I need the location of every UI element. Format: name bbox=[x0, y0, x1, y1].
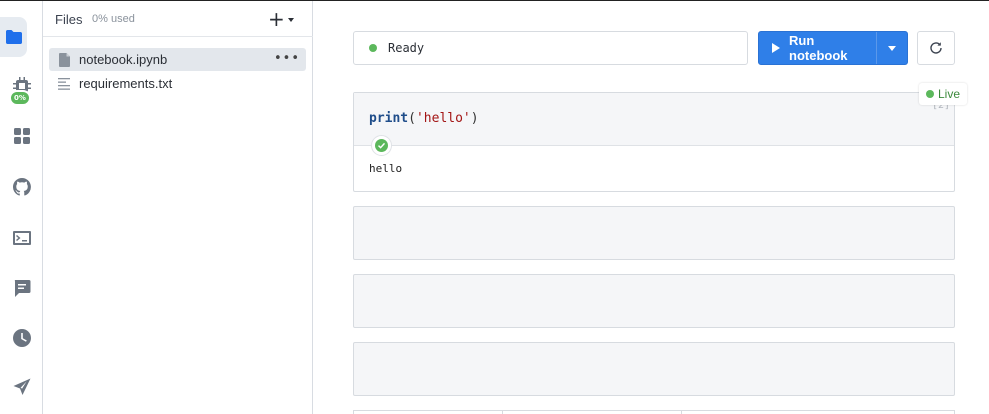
live-dot bbox=[926, 90, 934, 98]
rail-files[interactable] bbox=[0, 17, 27, 57]
code-string: 'hello' bbox=[415, 111, 471, 126]
code-paren-open: ( bbox=[408, 111, 416, 126]
storage-usage: 0% used bbox=[92, 13, 135, 25]
terminal-icon bbox=[12, 231, 31, 245]
refresh-icon bbox=[930, 42, 942, 54]
clock-icon bbox=[12, 329, 31, 347]
cell-output: hello bbox=[369, 162, 403, 175]
rail-share[interactable] bbox=[0, 367, 43, 407]
github-icon bbox=[12, 178, 31, 196]
live-label: Live bbox=[938, 87, 961, 101]
rail-github[interactable] bbox=[0, 167, 43, 207]
status-text: Ready bbox=[388, 41, 425, 55]
files-panel: Files 0% used + notebook.ipynb ••• requi… bbox=[43, 1, 313, 414]
empty-cell[interactable] bbox=[353, 274, 955, 328]
apps-icon bbox=[13, 128, 30, 144]
kernel-status-field: Ready bbox=[353, 31, 748, 65]
file-name: requirements.txt bbox=[79, 76, 173, 91]
file-name: notebook.ipynb bbox=[79, 52, 168, 67]
live-indicator: Live bbox=[919, 83, 967, 105]
folder-icon bbox=[5, 30, 22, 44]
run-notebook-label: Run notebook bbox=[789, 33, 848, 63]
chevron-down-icon bbox=[287, 17, 294, 22]
files-header: Files 0% used + bbox=[43, 1, 313, 37]
add-file-button[interactable]: + bbox=[268, 9, 300, 29]
send-icon bbox=[13, 378, 30, 395]
file-item-requirements[interactable]: requirements.txt bbox=[49, 72, 306, 95]
comment-icon bbox=[14, 280, 30, 297]
file-icon bbox=[57, 52, 73, 68]
usage-badge: 0% bbox=[9, 90, 31, 106]
activity-rail: 0% bbox=[0, 1, 43, 414]
rail-comments[interactable] bbox=[0, 268, 43, 308]
play-icon bbox=[772, 43, 780, 53]
code-function: print bbox=[369, 111, 409, 126]
run-notebook-button[interactable]: Run notebook bbox=[759, 32, 878, 64]
empty-cell[interactable] bbox=[353, 206, 955, 260]
rail-terminal[interactable] bbox=[0, 218, 43, 258]
file-item-notebook[interactable]: notebook.ipynb ••• bbox=[49, 48, 306, 71]
rail-apps[interactable] bbox=[0, 116, 43, 156]
more-options-icon[interactable]: ••• bbox=[274, 52, 300, 65]
cell-toolbar-partial bbox=[353, 410, 955, 414]
cell-input[interactable]: print('hello') [2] bbox=[354, 93, 954, 146]
rail-history[interactable] bbox=[0, 318, 43, 358]
status-indicator bbox=[369, 44, 377, 52]
text-lines-icon bbox=[57, 76, 73, 92]
code-cell[interactable]: print('hello') [2] hello bbox=[353, 92, 955, 192]
code-paren-close: ) bbox=[470, 111, 479, 126]
empty-cell[interactable] bbox=[353, 342, 955, 396]
chevron-down-icon bbox=[888, 46, 897, 51]
cell-code: print('hello') bbox=[369, 111, 479, 126]
success-icon bbox=[371, 135, 392, 156]
notebook-area: Ready Run notebook print('hello') [2] he… bbox=[314, 1, 989, 414]
restart-button[interactable] bbox=[917, 31, 955, 65]
run-notebook-button-group: Run notebook bbox=[758, 31, 908, 65]
run-options-dropdown[interactable] bbox=[877, 32, 907, 64]
files-title: Files bbox=[55, 12, 83, 27]
plus-icon: + bbox=[268, 7, 285, 31]
